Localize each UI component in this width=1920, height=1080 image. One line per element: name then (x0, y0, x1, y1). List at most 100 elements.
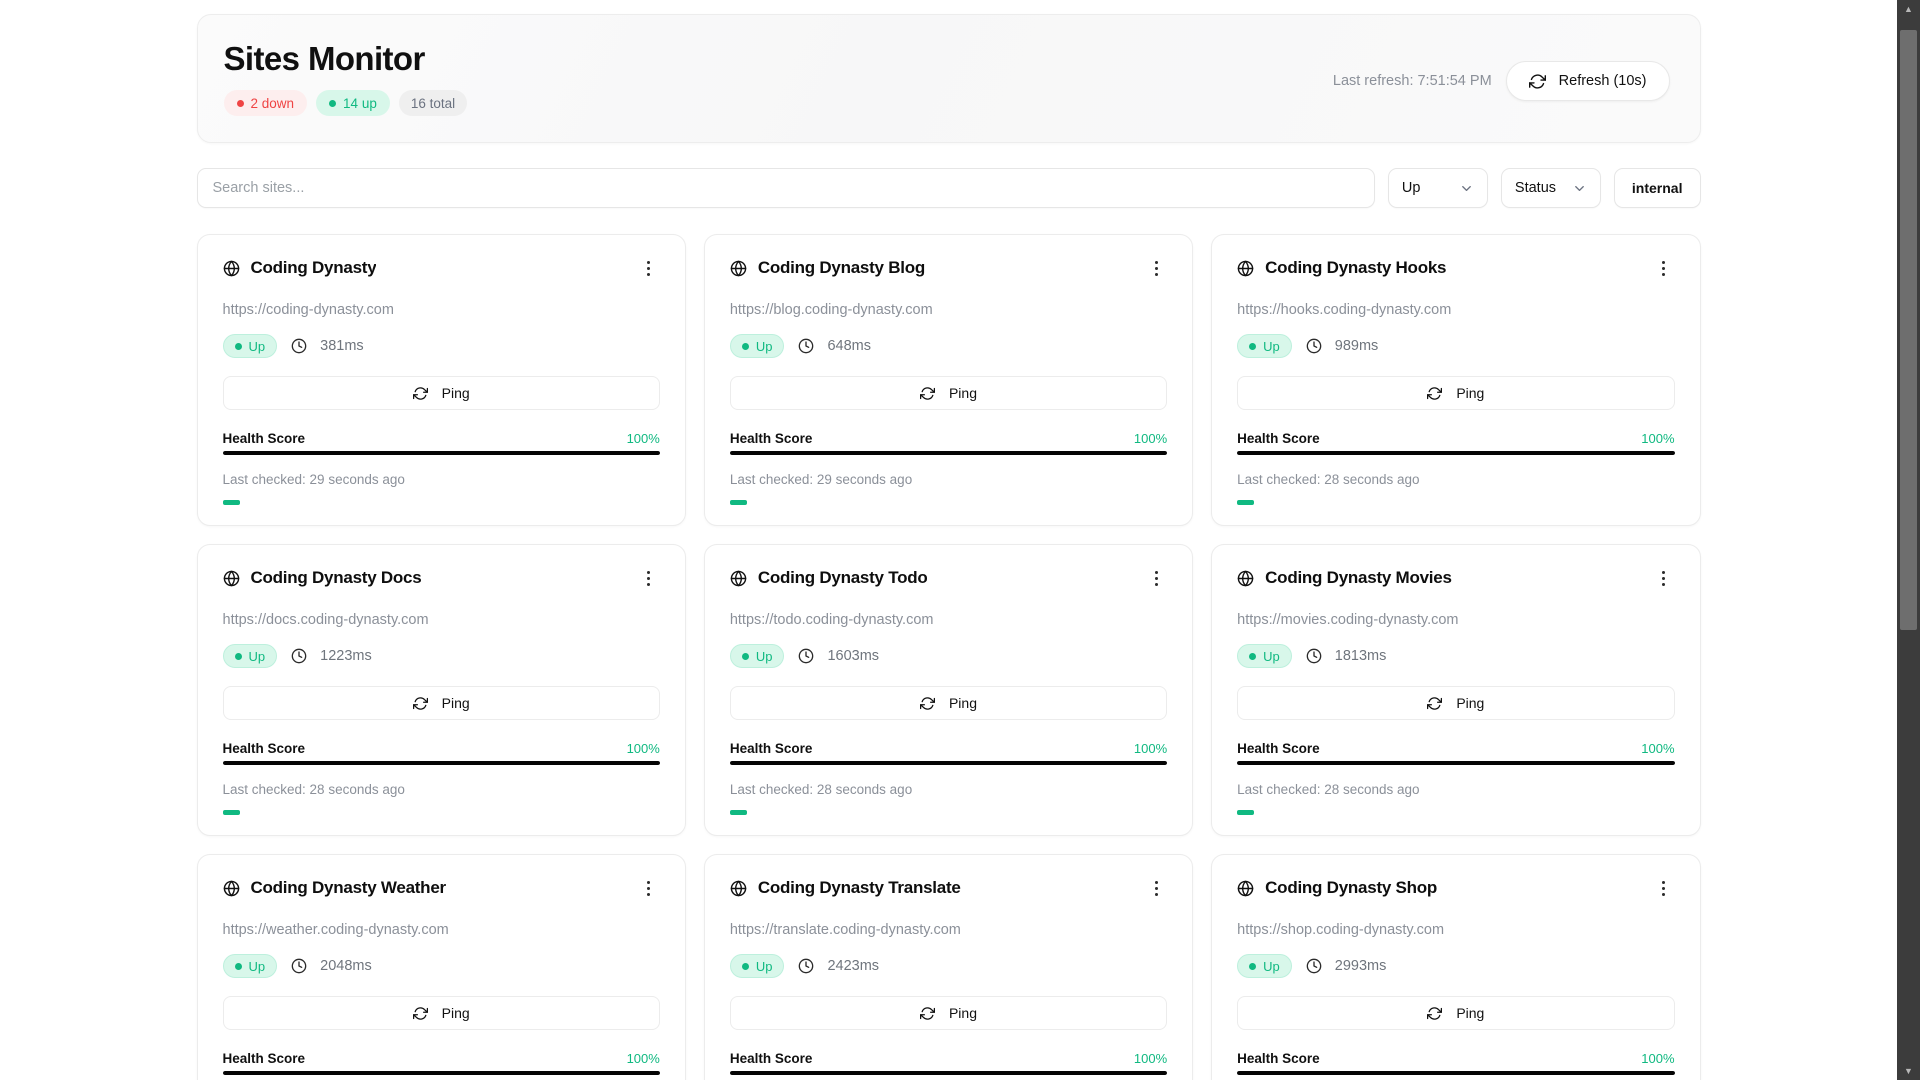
kebab-menu-icon[interactable] (1653, 877, 1675, 899)
health-score-block: Health Score 100% (729, 1051, 1168, 1076)
globe-icon (223, 880, 240, 897)
ping-button[interactable]: Ping (222, 376, 660, 411)
status-dot-icon (234, 962, 242, 970)
clock-icon (798, 648, 814, 664)
clock-icon (1306, 648, 1322, 664)
health-score-fill (1237, 451, 1675, 456)
site-title-wrap: Coding Dynasty Movies (1237, 568, 1452, 588)
site-latency-wrap: 1223ms (291, 648, 372, 664)
status-dot-icon (1249, 962, 1257, 970)
health-score-track (222, 451, 660, 456)
site-url[interactable]: https://todo.coding-dynasty.com (730, 612, 1167, 628)
site-card: Coding Dynasty Todo https://todo.coding-d… (703, 544, 1194, 837)
site-latency: 648ms (827, 338, 871, 355)
site-latency-wrap: 2423ms (798, 958, 879, 974)
site-status-badge: Up (222, 954, 278, 979)
refresh-icon (1427, 696, 1443, 711)
internal-tag-button[interactable]: internal (1613, 168, 1701, 209)
site-latency: 2048ms (320, 958, 372, 975)
ping-button[interactable]: Ping (729, 376, 1168, 411)
header-card: Sites Monitor 2 down 14 up 16 total Last… (196, 14, 1701, 144)
site-card: Coding Dynasty Translate https://translat… (703, 854, 1194, 1080)
site-latency-wrap: 2993ms (1306, 958, 1387, 975)
content-container: Sites Monitor 2 down 14 up 16 total Last… (196, 14, 1701, 1080)
site-name: Coding Dynasty (250, 258, 377, 278)
ping-button-label: Ping (441, 1005, 470, 1022)
status-filter-select[interactable]: Up (1387, 168, 1488, 209)
health-score-track (1237, 761, 1675, 766)
refresh-button[interactable]: Refresh (10s) (1505, 61, 1670, 101)
ping-button[interactable]: Ping (1237, 996, 1675, 1031)
health-score-block: Health Score 100% (222, 1051, 660, 1076)
health-score-track (222, 761, 660, 766)
ping-button[interactable]: Ping (729, 996, 1168, 1031)
search-input[interactable] (196, 168, 1375, 209)
health-score-value: 100% (1133, 1051, 1168, 1067)
scroll-up-arrow-icon[interactable]: ▲ (1897, 0, 1920, 18)
ping-button[interactable]: Ping (222, 686, 660, 721)
sparkline-bar (222, 810, 240, 816)
site-status-row: Up 1603ms (729, 644, 1167, 669)
site-card: Coding Dynasty Shop https://shop.coding-d… (1211, 854, 1701, 1080)
health-score-fill (729, 761, 1168, 766)
ping-button[interactable]: Ping (1237, 686, 1675, 721)
ping-button[interactable]: Ping (729, 686, 1168, 721)
summary-badges: 2 down 14 up 16 total (223, 90, 468, 117)
uptime-sparkline (222, 810, 660, 816)
health-score-value: 100% (1641, 431, 1675, 447)
site-status-badge: Up (1237, 954, 1292, 979)
site-url[interactable]: https://blog.coding-dynasty.com (730, 302, 1167, 318)
site-latency: 2993ms (1334, 958, 1387, 975)
site-card: Coding Dynasty Movies https://movies.codi… (1211, 544, 1701, 837)
site-status-label: Up (1263, 958, 1280, 974)
site-status-badge: Up (1237, 334, 1292, 359)
site-latency: 1603ms (827, 648, 880, 665)
site-card-header: Coding Dynasty Weather (223, 877, 660, 899)
site-url[interactable]: https://shop.coding-dynasty.com (1237, 922, 1674, 938)
clock-icon (1306, 338, 1322, 354)
kebab-menu-icon[interactable] (1145, 877, 1167, 899)
site-latency-wrap: 1813ms (1306, 648, 1386, 664)
uptime-sparkline (1237, 500, 1674, 506)
page-scrollbar[interactable]: ▲ ▼ (1897, 0, 1920, 1080)
globe-icon (730, 570, 747, 587)
site-url[interactable]: https://hooks.coding-dynasty.com (1237, 302, 1674, 318)
refresh-icon (412, 1006, 428, 1021)
site-name: Coding Dynasty Hooks (1265, 258, 1447, 278)
site-status-badge: Up (1237, 644, 1292, 669)
health-score-header: Health Score 100% (730, 1051, 1167, 1066)
kebab-menu-icon[interactable] (1145, 567, 1167, 589)
kebab-menu-icon[interactable] (1145, 257, 1167, 279)
scroll-down-arrow-icon[interactable]: ▼ (1897, 1062, 1920, 1080)
site-status-label: Up (755, 958, 773, 974)
site-url[interactable]: https://docs.coding-dynasty.com (223, 612, 660, 628)
kebab-menu-icon[interactable] (1653, 567, 1675, 589)
health-score-header: Health Score 100% (1237, 431, 1674, 446)
site-card-header: Coding Dynasty Blog (730, 257, 1167, 279)
site-status-row: Up 2423ms (729, 954, 1167, 979)
health-score-fill (1237, 1071, 1675, 1076)
ping-button-label: Ping (948, 385, 977, 402)
kebab-menu-icon[interactable] (638, 257, 660, 279)
site-url[interactable]: https://translate.coding-dynasty.com (730, 922, 1167, 938)
site-url[interactable]: https://movies.coding-dynasty.com (1237, 612, 1674, 628)
clock-icon (291, 958, 307, 974)
ping-button[interactable]: Ping (222, 996, 660, 1031)
ping-button[interactable]: Ping (1237, 376, 1675, 411)
chevron-down-icon (1459, 181, 1474, 196)
scrollbar-thumb[interactable] (1900, 30, 1917, 630)
status-dot-icon (741, 342, 749, 350)
filter-bar: Up Status internal (196, 168, 1701, 209)
kebab-menu-icon[interactable] (638, 877, 660, 899)
site-url[interactable]: https://coding-dynasty.com (223, 302, 660, 318)
health-score-header: Health Score 100% (223, 1051, 660, 1066)
globe-icon (1237, 880, 1254, 897)
refresh-icon (919, 1006, 935, 1021)
health-score-track (729, 761, 1168, 766)
sort-filter-select[interactable]: Status (1500, 168, 1601, 209)
kebab-menu-icon[interactable] (1653, 257, 1675, 279)
kebab-menu-icon[interactable] (638, 567, 660, 589)
health-score-fill (1237, 761, 1675, 766)
site-url[interactable]: https://weather.coding-dynasty.com (223, 922, 660, 938)
site-name: Coding Dynasty Blog (757, 258, 925, 278)
